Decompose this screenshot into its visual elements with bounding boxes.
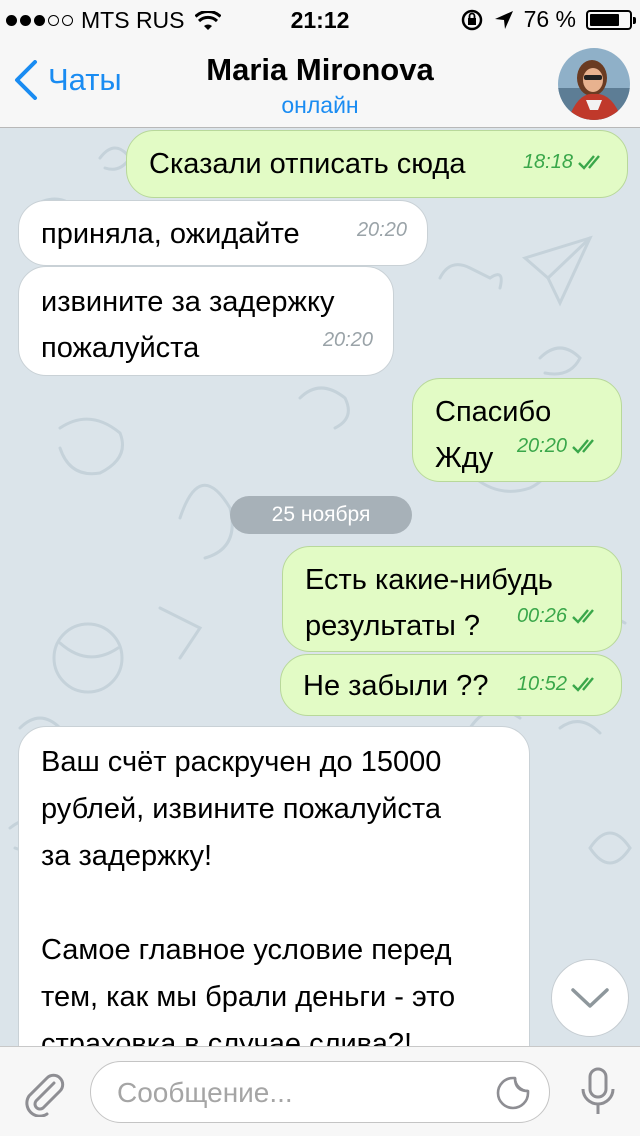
message-text: Ваш счёт раскручен до 15000 рублей, изви… [41,746,456,1046]
sticker-icon [496,1076,530,1110]
battery-icon [586,9,636,30]
contact-status: онлайн [281,92,359,118]
message-bubble-incoming[interactable]: извините за задержку пожалуйста 20:20 [18,266,394,376]
location-arrow-icon [494,10,513,29]
message-text: Есть какие-нибудь результаты ? [305,564,553,642]
avatar-photo [558,48,630,120]
message-meta: 18:18 [523,139,607,185]
microphone-button[interactable] [578,1067,618,1124]
message-bubble-outgoing[interactable]: Спасибо Жду 20:20 [412,378,622,482]
avatar[interactable] [558,48,630,120]
attach-button[interactable] [20,1069,68,1122]
contact-name[interactable]: Maria Mironova [0,52,640,88]
message-meta: 20:20 [357,207,407,253]
double-check-icon [578,155,600,170]
message-time: 10:52 [516,673,567,695]
message-meta: 00:26 [517,593,601,639]
message-time: 00:26 [516,605,567,627]
scroll-to-bottom-button[interactable] [551,959,629,1037]
double-check-icon [572,677,594,692]
status-right: 76 % [460,6,636,33]
message-text: Сказали отписать сюда [149,148,466,180]
message-meta: 20:20 [323,317,373,363]
double-check-icon [572,609,594,624]
status-bar: MTS RUS 21:12 76 % [0,0,640,40]
message-field[interactable] [90,1061,550,1123]
paperclip-icon [25,1073,65,1118]
chevron-down-icon [571,988,609,1008]
message-list[interactable]: Сказали отписать сюда 18:18 приняла, ожи… [0,128,640,1046]
message-text: Не забыли ?? [303,670,489,702]
message-time: 20:20 [322,329,373,351]
microphone-icon [581,1067,615,1114]
message-bubble-outgoing[interactable]: Есть какие-нибудь результаты ? 00:26 [282,546,622,652]
message-input-bar [0,1046,640,1136]
message-time: 20:20 [356,219,407,241]
message-bubble-outgoing[interactable]: Сказали отписать сюда 18:18 [126,130,628,198]
message-time: 18:18 [522,151,573,173]
message-text: приняла, ожидайте [41,218,300,250]
message-bubble-incoming[interactable]: приняла, ожидайте 20:20 [18,200,428,266]
chat-header: Чаты Maria Mironova онлайн [0,40,640,128]
message-meta: 10:52 [517,661,601,707]
message-meta: 20:20 [517,423,601,469]
battery-percent: 76 % [523,6,576,32]
message-input[interactable] [115,1072,479,1114]
message-bubble-incoming[interactable]: Ваш счёт раскручен до 15000 рублей, изви… [18,726,530,1046]
rotation-lock-icon [461,9,482,30]
message-time: 20:20 [516,435,567,457]
date-separator: 25 ноября [230,496,412,534]
double-check-icon [572,439,594,454]
sticker-button[interactable] [495,1075,531,1116]
message-bubble-outgoing[interactable]: Не забыли ?? 10:52 [280,654,622,716]
message-text: извините за задержку пожалуйста [41,286,335,364]
